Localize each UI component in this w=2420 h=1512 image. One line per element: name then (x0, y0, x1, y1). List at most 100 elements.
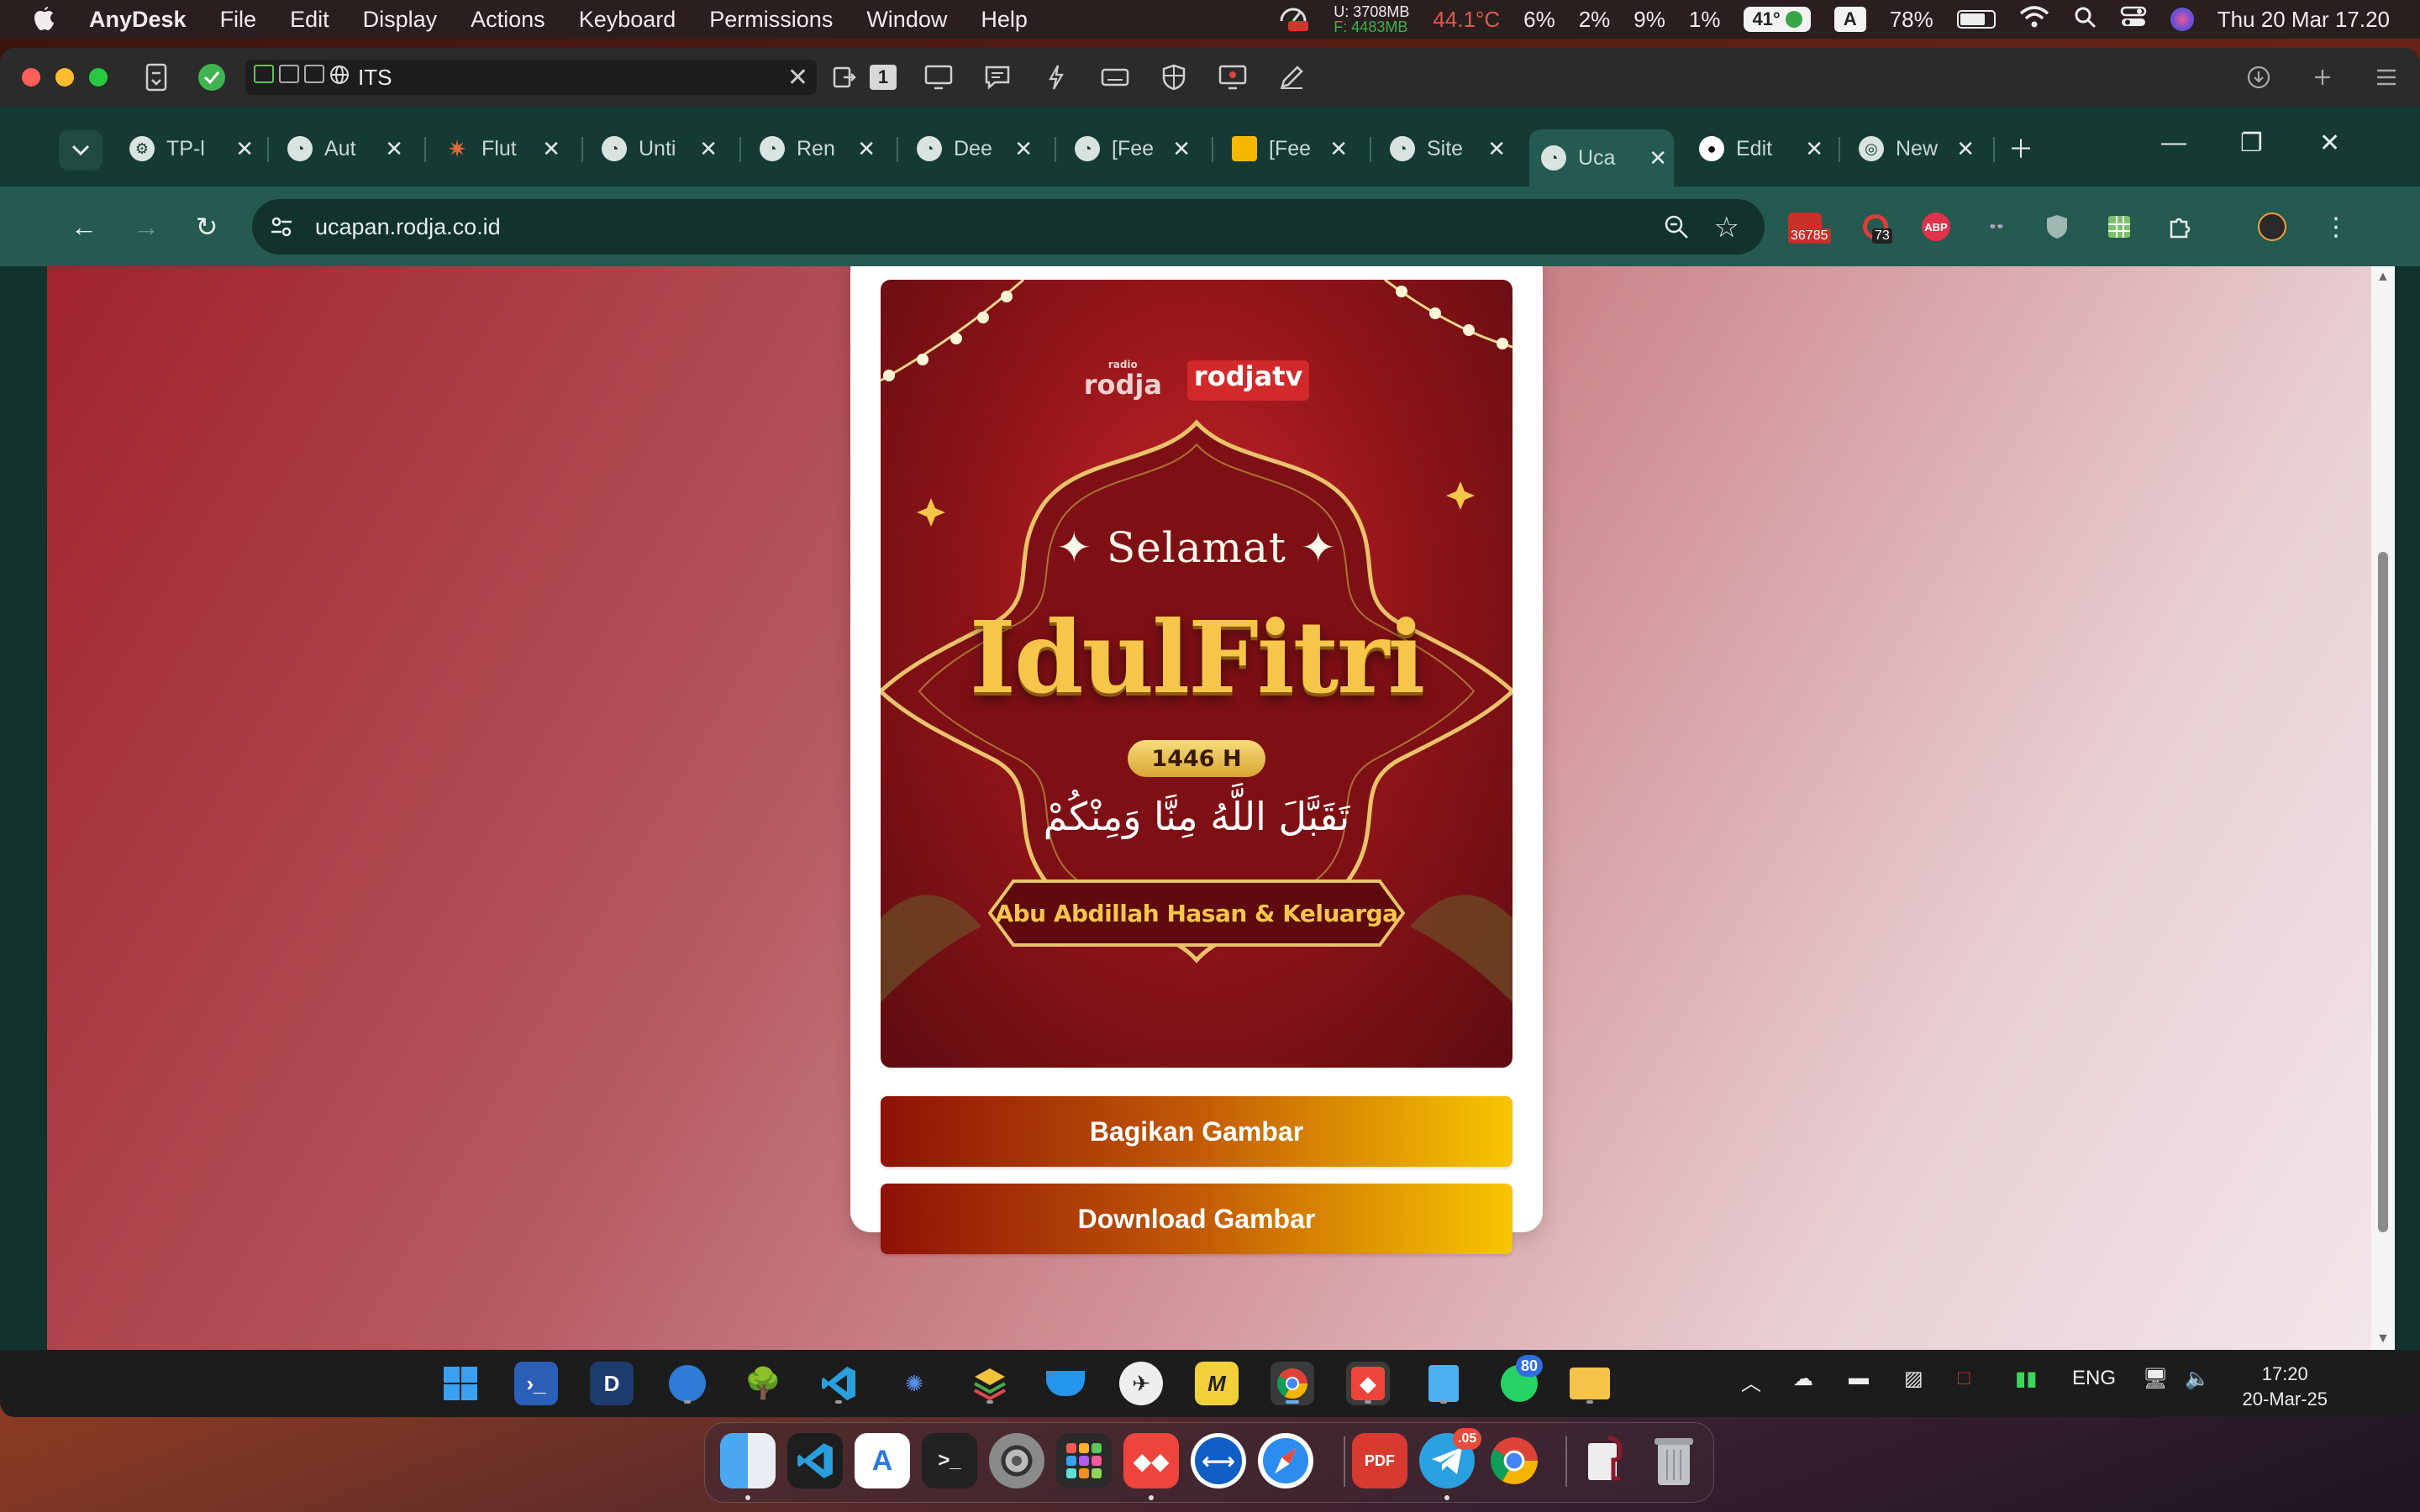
profile-avatar-icon[interactable] (2255, 210, 2289, 244)
trash-icon[interactable] (1646, 1433, 1702, 1488)
powershell-icon[interactable]: ›_ (514, 1362, 558, 1405)
tray-overflow-chevron-icon[interactable]: ︿ (1741, 1367, 1761, 1396)
dbeaver-icon[interactable]: D (590, 1362, 634, 1405)
restore-icon[interactable]: ❐ (2240, 129, 2263, 158)
reload-icon[interactable]: ↻ (190, 210, 224, 244)
shield-extension-icon[interactable] (2040, 210, 2074, 244)
tab-close-icon[interactable]: ✕ (1014, 136, 1033, 162)
adblock-plus-icon[interactable]: ABP (1919, 210, 1953, 244)
battery-icon[interactable] (1956, 10, 1996, 29)
browser-tab[interactable]: ◎ New ✕ (1847, 123, 1981, 174)
chat-icon[interactable] (981, 60, 1014, 94)
apple-menu-icon[interactable] (29, 4, 59, 34)
stats-app-icon[interactable] (1276, 3, 1310, 37)
cpu-temperature[interactable]: 44.1°C (1433, 7, 1500, 33)
menu-display[interactable]: Display (363, 7, 438, 33)
volume-tray-icon[interactable]: 🔈 (2185, 1367, 2210, 1391)
keyboard-icon[interactable] (1098, 60, 1132, 94)
devtool-icon[interactable]: ✺ (892, 1362, 936, 1405)
download-icon[interactable] (2242, 60, 2275, 94)
language-indicator[interactable]: ENG (2072, 1367, 2116, 1390)
browser-tab[interactable]: ⚙ TP-l ✕ (118, 123, 260, 174)
tab-close-icon[interactable]: ✕ (1329, 136, 1348, 162)
menu-app-anydesk[interactable]: AnyDesk (89, 7, 187, 33)
layers-app-icon[interactable] (968, 1362, 1012, 1405)
switch-side-icon[interactable] (828, 60, 861, 94)
wine-app-icon[interactable] (1579, 1433, 1634, 1488)
site-info-icon[interactable] (269, 214, 294, 244)
menu-keyboard[interactable]: Keyboard (579, 7, 676, 33)
browser-tab[interactable]: ✷ Flut ✕ (433, 123, 567, 174)
tab-search-chevron-icon[interactable] (59, 130, 103, 171)
browser-app-icon[interactable] (666, 1362, 709, 1405)
display-tray-icon[interactable]: ▬ (1849, 1367, 1869, 1390)
temperature-pill[interactable]: 41° (1744, 7, 1811, 32)
windows-start-icon[interactable] (439, 1362, 482, 1405)
anydesk-taskbar-icon[interactable]: ◆ (1346, 1362, 1390, 1405)
forward-arrow-icon[interactable]: → (129, 210, 163, 244)
back-arrow-icon[interactable]: ← (67, 210, 101, 244)
m-app-icon[interactable]: M (1195, 1362, 1239, 1405)
scrollbar-thumb[interactable] (2378, 552, 2388, 1232)
anydesk-dock-icon[interactable]: ◆◆ (1123, 1433, 1179, 1488)
finder-icon[interactable] (720, 1433, 776, 1488)
system-settings-icon[interactable] (989, 1433, 1044, 1488)
zoom-icon[interactable] (1664, 214, 1689, 244)
network-tray-icon[interactable]: 🖥 (2143, 1367, 2168, 1391)
whatsapp-icon[interactable]: 80 (1497, 1355, 1544, 1405)
tab-close-icon[interactable]: ✕ (235, 136, 254, 162)
extension-mail-icon[interactable]: 36785 (1788, 210, 1831, 244)
browser-tab-active[interactable]: ◔ Uca ✕ (1529, 129, 1674, 186)
chrome-dock-icon[interactable] (1486, 1433, 1542, 1488)
browser-tab[interactable]: ◔ Site ✕ (1378, 123, 1512, 174)
browser-tab[interactable]: [Fee ✕ (1220, 123, 1355, 174)
monitor-selector[interactable]: 1 (870, 65, 897, 90)
main-menu-icon[interactable] (2370, 60, 2403, 94)
browser-tab[interactable]: ◔ Dee ✕ (905, 123, 1039, 174)
docker-icon[interactable] (1044, 1362, 1087, 1405)
close-window-button[interactable] (22, 68, 40, 87)
tab-close-icon[interactable]: ✕ (385, 136, 403, 162)
download-image-button[interactable]: Download Gambar (881, 1184, 1512, 1254)
safari-icon[interactable] (1258, 1433, 1313, 1488)
taskbar-clock[interactable]: 17:20 20-Mar-25 (2243, 1362, 2328, 1412)
menu-window[interactable]: Window (866, 7, 947, 33)
extension-red-icon[interactable]: 73 (1859, 210, 1892, 244)
pdf-app-icon[interactable]: PDF (1352, 1433, 1407, 1488)
tab-close-icon[interactable]: ✕ (857, 136, 876, 162)
tab-close-icon[interactable]: ✕ (1649, 145, 1667, 171)
notepad-icon[interactable] (1422, 1362, 1465, 1405)
onedrive-error-icon[interactable]: ☁ (1793, 1367, 1813, 1391)
stat-gpu[interactable]: 2% (1579, 7, 1611, 33)
wifi-icon[interactable] (2019, 5, 2049, 34)
browser-tab[interactable]: ◔ Aut ✕ (276, 123, 410, 174)
stat-cpu[interactable]: 6% (1523, 7, 1555, 33)
whiteboard-pen-icon[interactable] (1275, 60, 1308, 94)
tab-close-icon[interactable]: ✕ (542, 136, 560, 162)
menu-help[interactable]: Help (981, 7, 1028, 33)
actions-lightning-icon[interactable] (1039, 60, 1073, 94)
minimize-icon[interactable]: — (2161, 129, 2186, 157)
spotlight-search-icon[interactable] (2073, 5, 2096, 34)
new-session-plus-icon[interactable] (2306, 60, 2339, 94)
close-browser-icon[interactable]: ✕ (2319, 129, 2340, 158)
app-store-icon[interactable]: A (855, 1433, 910, 1488)
postman-icon[interactable]: ✈ (1119, 1362, 1163, 1405)
browser-tab[interactable]: ◔ Unti ✕ (590, 123, 724, 174)
menu-edit[interactable]: Edit (290, 7, 329, 33)
chrome-menu-icon[interactable]: ⋮ (2319, 210, 2353, 244)
chrome-taskbar-icon[interactable] (1270, 1362, 1314, 1405)
input-source[interactable]: A (1833, 7, 1866, 32)
address-bar[interactable]: ucapan.rodja.co.id ☆ (252, 199, 1765, 255)
extensions-puzzle-icon[interactable] (2163, 210, 2196, 244)
terminal-icon[interactable]: >_ (922, 1433, 977, 1488)
zoom-window-button[interactable] (89, 68, 108, 87)
browser-tab[interactable]: ● Edit ✕ (1687, 123, 1830, 174)
spy-extension-icon[interactable]: 👓 (1980, 210, 2013, 244)
file-explorer-icon[interactable] (1568, 1362, 1612, 1405)
tab-close-icon[interactable]: ✕ (699, 136, 718, 162)
display-icon[interactable] (922, 60, 955, 94)
launchpad-icon[interactable] (1056, 1433, 1112, 1488)
battery-percent[interactable]: 78% (1890, 7, 1933, 33)
vscode-dock-icon[interactable] (787, 1433, 843, 1488)
